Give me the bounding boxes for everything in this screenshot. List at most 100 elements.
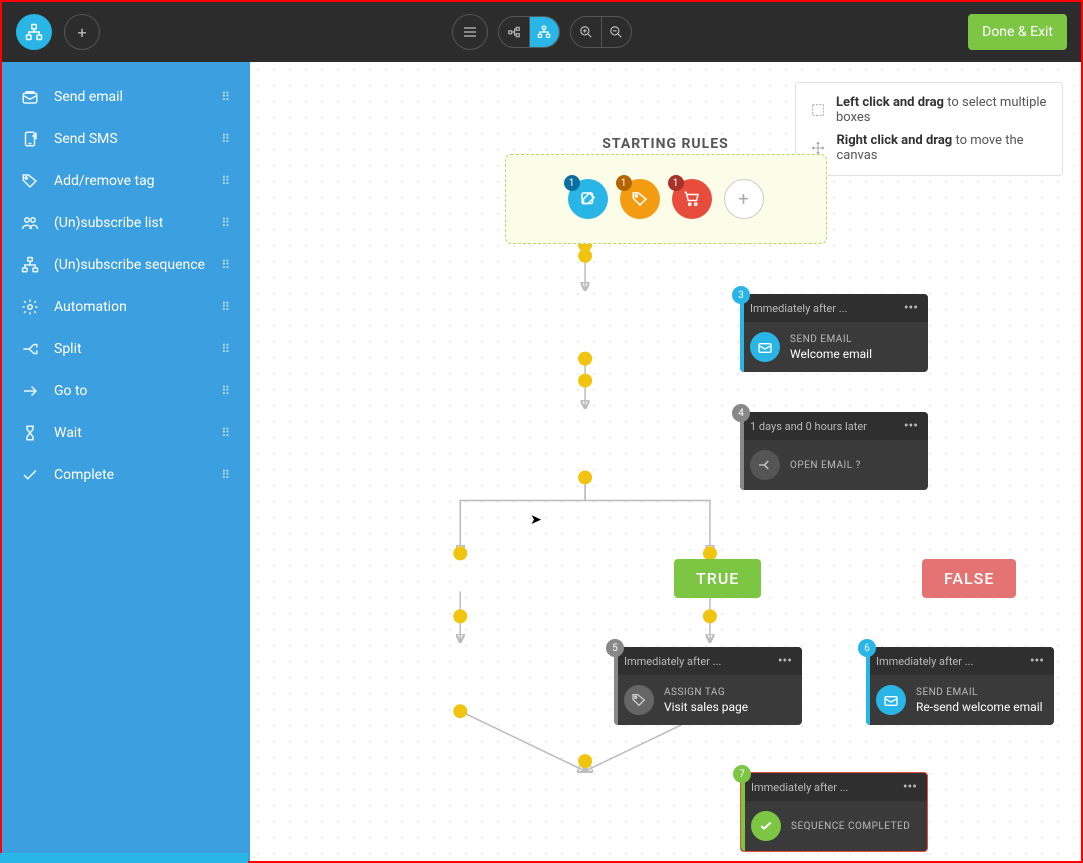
node-title: Visit sales page bbox=[664, 700, 748, 714]
add-button[interactable]: + bbox=[64, 14, 100, 50]
sidebar-item-subscribe-list[interactable]: (Un)subscribe list bbox=[2, 202, 250, 244]
bottom-accent-bar bbox=[0, 853, 248, 863]
sidebar-item-send-email[interactable]: Send email bbox=[2, 76, 250, 118]
node-type: SEQUENCE COMPLETED bbox=[791, 821, 910, 832]
gear-icon bbox=[20, 298, 40, 316]
top-bar: + Done & Exit bbox=[2, 2, 1081, 62]
check-icon bbox=[751, 811, 781, 841]
help-left-bold: Left click and drag bbox=[836, 95, 944, 110]
node-type: OPEN EMAIL ? bbox=[790, 460, 861, 471]
cursor-icon: ➤ bbox=[530, 512, 542, 528]
rule-badge: 1 bbox=[564, 175, 580, 191]
node-title: Welcome email bbox=[790, 347, 872, 361]
node-timing: Immediately after ... bbox=[876, 655, 973, 668]
sms-icon bbox=[20, 130, 40, 148]
drag-handle-icon[interactable] bbox=[221, 258, 232, 272]
split-icon bbox=[20, 340, 40, 358]
sidebar-item-send-sms[interactable]: Send SMS bbox=[2, 118, 250, 160]
node-type: ASSIGN TAG bbox=[664, 687, 748, 698]
sidebar-item-label: (Un)subscribe sequence bbox=[54, 257, 207, 273]
zoom-out-button[interactable] bbox=[601, 17, 631, 47]
drag-handle-icon[interactable] bbox=[221, 384, 232, 398]
sidebar-item-goto[interactable]: Go to bbox=[2, 370, 250, 412]
email-icon bbox=[750, 332, 780, 362]
starting-rule-tag[interactable]: 1 bbox=[620, 179, 660, 219]
node-type: SEND EMAIL bbox=[790, 334, 872, 345]
workflow-mode-button[interactable] bbox=[16, 14, 52, 50]
sidebar-item-label: Send SMS bbox=[54, 131, 207, 147]
drag-handle-icon[interactable] bbox=[221, 90, 232, 104]
sidebar-item-split[interactable]: Split bbox=[2, 328, 250, 370]
zoom-in-button[interactable] bbox=[571, 17, 601, 47]
split-icon bbox=[750, 450, 780, 480]
node-assign-tag[interactable]: 5 Immediately after ...••• ASSIGN TAGVis… bbox=[614, 647, 802, 725]
rule-badge: 1 bbox=[616, 175, 632, 191]
canvas[interactable]: Left click and drag to select multiple b… bbox=[250, 62, 1081, 861]
starting-rules-box[interactable]: 1 1 1 + bbox=[505, 154, 827, 244]
starting-rule-add[interactable]: + bbox=[724, 179, 764, 219]
branch-true-label[interactable]: TRUE bbox=[674, 559, 761, 598]
node-open-email-check[interactable]: 4 1 days and 0 hours later••• OPEN EMAIL… bbox=[740, 412, 928, 490]
sidebar-item-label: Go to bbox=[54, 383, 207, 399]
sidebar-item-label: Complete bbox=[54, 467, 207, 483]
starting-rule-form[interactable]: 1 bbox=[568, 179, 608, 219]
sidebar-item-label: Wait bbox=[54, 425, 207, 441]
sidebar-item-label: (Un)subscribe list bbox=[54, 215, 207, 231]
node-number-badge: 3 bbox=[732, 286, 750, 304]
node-menu-button[interactable]: ••• bbox=[778, 653, 792, 669]
drag-handle-icon[interactable] bbox=[221, 426, 232, 440]
sidebar-item-complete[interactable]: Complete bbox=[2, 454, 250, 496]
email-icon bbox=[20, 88, 40, 106]
sidebar-item-subscribe-sequence[interactable]: (Un)subscribe sequence bbox=[2, 244, 250, 286]
starting-rules-label: STARTING RULES bbox=[602, 136, 728, 152]
node-send-email-welcome[interactable]: 3 Immediately after ...••• SEND EMAILWel… bbox=[740, 294, 928, 372]
branch-false-label[interactable]: FALSE bbox=[922, 559, 1016, 598]
hourglass-icon bbox=[20, 424, 40, 442]
sidebar-item-label: Automation bbox=[54, 299, 207, 315]
layout-horizontal-button[interactable] bbox=[499, 17, 529, 47]
sidebar-item-label: Add/remove tag bbox=[54, 173, 207, 189]
node-sequence-completed[interactable]: 7 Immediately after ...••• SEQUENCE COMP… bbox=[740, 772, 928, 852]
node-timing: Immediately after ... bbox=[751, 781, 848, 794]
select-icon bbox=[810, 101, 826, 119]
node-number-badge: 4 bbox=[732, 404, 750, 422]
sidebar-item-automation[interactable]: Automation bbox=[2, 286, 250, 328]
drag-handle-icon[interactable] bbox=[221, 132, 232, 146]
node-title: Re-send welcome email bbox=[916, 700, 1043, 714]
node-menu-button[interactable]: ••• bbox=[904, 300, 918, 316]
help-right-bold: Right click and drag bbox=[836, 133, 952, 148]
sidebar-item-tag[interactable]: Add/remove tag bbox=[2, 160, 250, 202]
node-number-badge: 6 bbox=[858, 639, 876, 657]
tag-icon bbox=[20, 172, 40, 190]
node-number-badge: 5 bbox=[606, 639, 624, 657]
node-menu-button[interactable]: ••• bbox=[903, 779, 917, 795]
sidebar-item-wait[interactable]: Wait bbox=[2, 412, 250, 454]
node-timing: 1 days and 0 hours later bbox=[750, 420, 867, 433]
drag-handle-icon[interactable] bbox=[221, 342, 232, 356]
list-view-button[interactable] bbox=[452, 14, 488, 50]
layout-toggle bbox=[498, 16, 560, 48]
done-exit-button[interactable]: Done & Exit bbox=[968, 14, 1067, 50]
node-type: SEND EMAIL bbox=[916, 687, 1043, 698]
sequence-icon bbox=[20, 256, 40, 274]
rule-badge: 1 bbox=[668, 175, 684, 191]
tag-icon bbox=[624, 685, 654, 715]
drag-handle-icon[interactable] bbox=[221, 174, 232, 188]
node-timing: Immediately after ... bbox=[624, 655, 721, 668]
starting-rule-cart[interactable]: 1 bbox=[672, 179, 712, 219]
sidebar: Send email Send SMS Add/remove tag (Un)s… bbox=[2, 62, 250, 861]
node-resend-email[interactable]: 6 Immediately after ...••• SEND EMAILRe-… bbox=[866, 647, 1054, 725]
node-menu-button[interactable]: ••• bbox=[1030, 653, 1044, 669]
node-menu-button[interactable]: ••• bbox=[904, 418, 918, 434]
layout-vertical-button[interactable] bbox=[529, 17, 559, 47]
zoom-toggle bbox=[570, 16, 632, 48]
drag-handle-icon[interactable] bbox=[221, 216, 232, 230]
arrow-right-icon bbox=[20, 382, 40, 400]
drag-handle-icon[interactable] bbox=[221, 468, 232, 482]
sidebar-item-label: Split bbox=[54, 341, 207, 357]
email-icon bbox=[876, 685, 906, 715]
drag-handle-icon[interactable] bbox=[221, 300, 232, 314]
check-icon bbox=[20, 466, 40, 484]
help-panel: Left click and drag to select multiple b… bbox=[795, 82, 1063, 176]
sidebar-item-label: Send email bbox=[54, 89, 207, 105]
